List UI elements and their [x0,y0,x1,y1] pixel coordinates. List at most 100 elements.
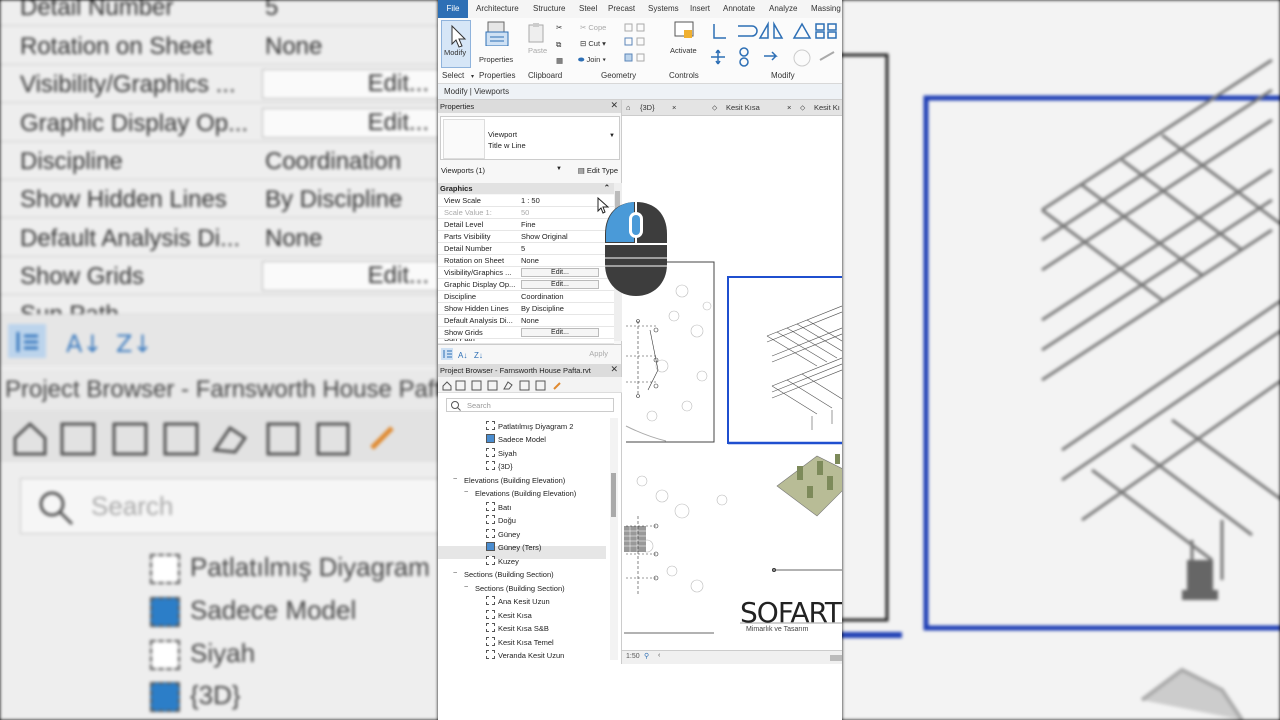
properties-button[interactable]: Properties [479,20,513,68]
property-row[interactable]: View Scale 1 : 50 [438,195,614,207]
chevron-down-icon: ▼ [556,166,562,172]
bg-browser-title: Project Browser - Farnsworth House Pafta… [0,370,438,410]
property-row[interactable]: Show Grids Edit... [438,327,614,339]
horizontal-scroll-thumb[interactable] [830,655,842,661]
sort-icons[interactable]: A↓ Z↓ [440,347,490,361]
tree-view-item[interactable]: Kesit Kısa [486,609,532,622]
bg-row: Default Analysis Di... None [0,219,438,257]
tab-file[interactable]: File [438,0,468,18]
tree-view-item[interactable]: Güney [486,528,520,541]
tree-view-item[interactable]: Ana Kesit Uzun [486,595,550,608]
tree-view-item[interactable]: {3D} [486,460,513,473]
tree-view-item[interactable]: Doğu [486,514,516,527]
tab-insert[interactable]: Insert [690,4,710,13]
cut-geometry-icon[interactable]: ✂ [556,23,562,32]
property-row[interactable]: Detail Level Fine [438,219,614,231]
view-tab[interactable]: {3D} [640,103,655,112]
scroll-thumb[interactable] [611,473,616,517]
svg-text:A↓: A↓ [66,330,103,358]
tab-architecture[interactable]: Architecture [476,4,519,13]
property-row[interactable]: Default Analysis Di... None [438,315,614,327]
property-row[interactable]: Visibility/Graphics ... Edit... [438,267,614,279]
drawing-area[interactable]: ⌂ {3D} × ⬦ Kesit Kısa × ⬦ Kesit Kı SOFAR… [622,100,842,664]
panel-select[interactable]: Select [442,71,464,80]
collapse-toggle-icon[interactable]: − [453,568,457,577]
sun-icon[interactable]: ⚲ [644,652,649,660]
collapse-toggle-icon[interactable]: − [453,474,457,483]
cut-button[interactable]: ⊟ Cut ▾ [580,39,606,48]
copy-icon[interactable]: ⧉ [556,40,561,50]
svg-text:A↓: A↓ [458,351,467,360]
tree-view-item[interactable]: Siyah [486,447,517,460]
bg-row: Visibility/Graphics ... Edit... [0,65,438,103]
tree-view-item[interactable]: Kesit Kısa S&B [486,622,549,635]
tree-view-item[interactable]: Kuzey [486,555,519,568]
collapse-toggle-icon[interactable]: − [464,487,468,496]
paste-icon [528,23,544,43]
browser-toolbar-icons[interactable] [438,377,622,393]
close-icon[interactable]: × [672,103,676,112]
geometry-tools-icons[interactable] [623,22,663,68]
screen: Detail Number 5 Rotation on Sheet None Vis… [0,0,1280,720]
cope-button[interactable]: ✂ Cope [580,23,606,32]
tree-group[interactable]: Elevations (Building Elevation) [475,487,576,500]
tree-view-item[interactable]: Batı [486,501,511,514]
chevron-down-icon: ▼ [609,133,615,139]
browser-title: Project Browser - Farnsworth House Pafta… [440,366,591,375]
panel-geometry: Geometry [601,71,637,80]
select-dropdown-icon[interactable]: ▾ [471,73,474,80]
scroll-left-icon[interactable]: ‹ [658,652,660,659]
tree-view-item[interactable]: Patlatılmış Diyagram 2 [486,420,573,433]
edit-type-button[interactable]: ▤ Edit Type [578,166,618,175]
match-icon[interactable]: ▦ [556,56,563,65]
collapse-icon: ⌃ [603,183,610,192]
properties-header: Properties ✕ [438,100,621,113]
view-scale-label[interactable]: 1:50 [626,653,640,660]
properties-palette: Properties ✕ Viewport Title w Line ▼ Vie… [438,100,622,364]
tab-structure[interactable]: Structure [533,4,565,13]
collapse-toggle-icon[interactable]: − [464,582,468,591]
property-row[interactable]: Show Hidden Lines By Discipline [438,303,614,315]
tree-view-item[interactable]: Sadece Model [486,433,546,446]
tab-analyze[interactable]: Analyze [769,4,797,13]
tab-systems[interactable]: Systems [648,4,679,13]
instance-selector[interactable]: Viewports (1) ▼ ▤ Edit Type [438,164,622,178]
group-header-graphics[interactable]: Graphics ⌃ [438,183,614,194]
activate-button[interactable]: Activate [670,20,700,56]
tab-annotate[interactable]: Annotate [723,4,755,13]
modify-button[interactable]: Modify [441,20,471,68]
tab-precast[interactable]: Precast [608,4,635,13]
property-row[interactable]: Parts Visibility Show Original [438,231,614,243]
paste-button[interactable]: Paste [526,22,548,56]
tab-massing[interactable]: Massing [811,4,841,13]
tree-view-item-selected[interactable]: Güney (Ters) [486,541,541,554]
property-row[interactable]: Graphic Display Op... Edit... [438,279,614,291]
property-row[interactable]: Discipline Coordination [438,291,614,303]
join-button[interactable]: ⬬ Join ▾ [578,55,606,65]
tree-view-item[interactable]: Kesit Kısa Temel [486,636,554,649]
tree-group[interactable]: Sections (Building Section) [464,568,554,581]
tree-group[interactable]: Sections (Building Section) [475,582,565,595]
search-input[interactable]: Search [446,398,614,412]
edit-button[interactable]: Edit... [521,280,599,289]
view-tab[interactable]: Kesit Kısa [726,103,760,112]
view-tab[interactable]: Kesit Kı [814,103,840,112]
sofart-logo: SOFART [740,596,842,629]
tree-view-item[interactable]: Veranda Kesit Uzun [486,649,564,662]
close-icon[interactable]: ✕ [610,100,618,111]
property-row[interactable]: Rotation on Sheet None [438,255,614,267]
close-icon[interactable]: × [787,103,791,112]
home-icon[interactable]: ⌂ [626,103,631,112]
type-selector[interactable]: Viewport Title w Line ▼ [440,116,620,160]
zoomed-background-left: Detail Number 5 Rotation on Sheet None Vis… [0,0,438,720]
edit-button[interactable]: Edit... [521,328,599,337]
sheet-canvas[interactable]: SOFART Mimarlık ve Tasarım [622,116,842,650]
browser-scrollbar[interactable] [610,418,618,660]
tree-group[interactable]: Elevations (Building Elevation) [464,474,565,487]
modify-tools-icons[interactable] [708,20,842,70]
property-row[interactable]: Detail Number 5 [438,243,614,255]
edit-button[interactable]: Edit... [521,268,599,277]
apply-button[interactable]: Apply [589,349,608,358]
close-icon[interactable]: ✕ [610,364,618,375]
tab-steel[interactable]: Steel [579,4,597,13]
